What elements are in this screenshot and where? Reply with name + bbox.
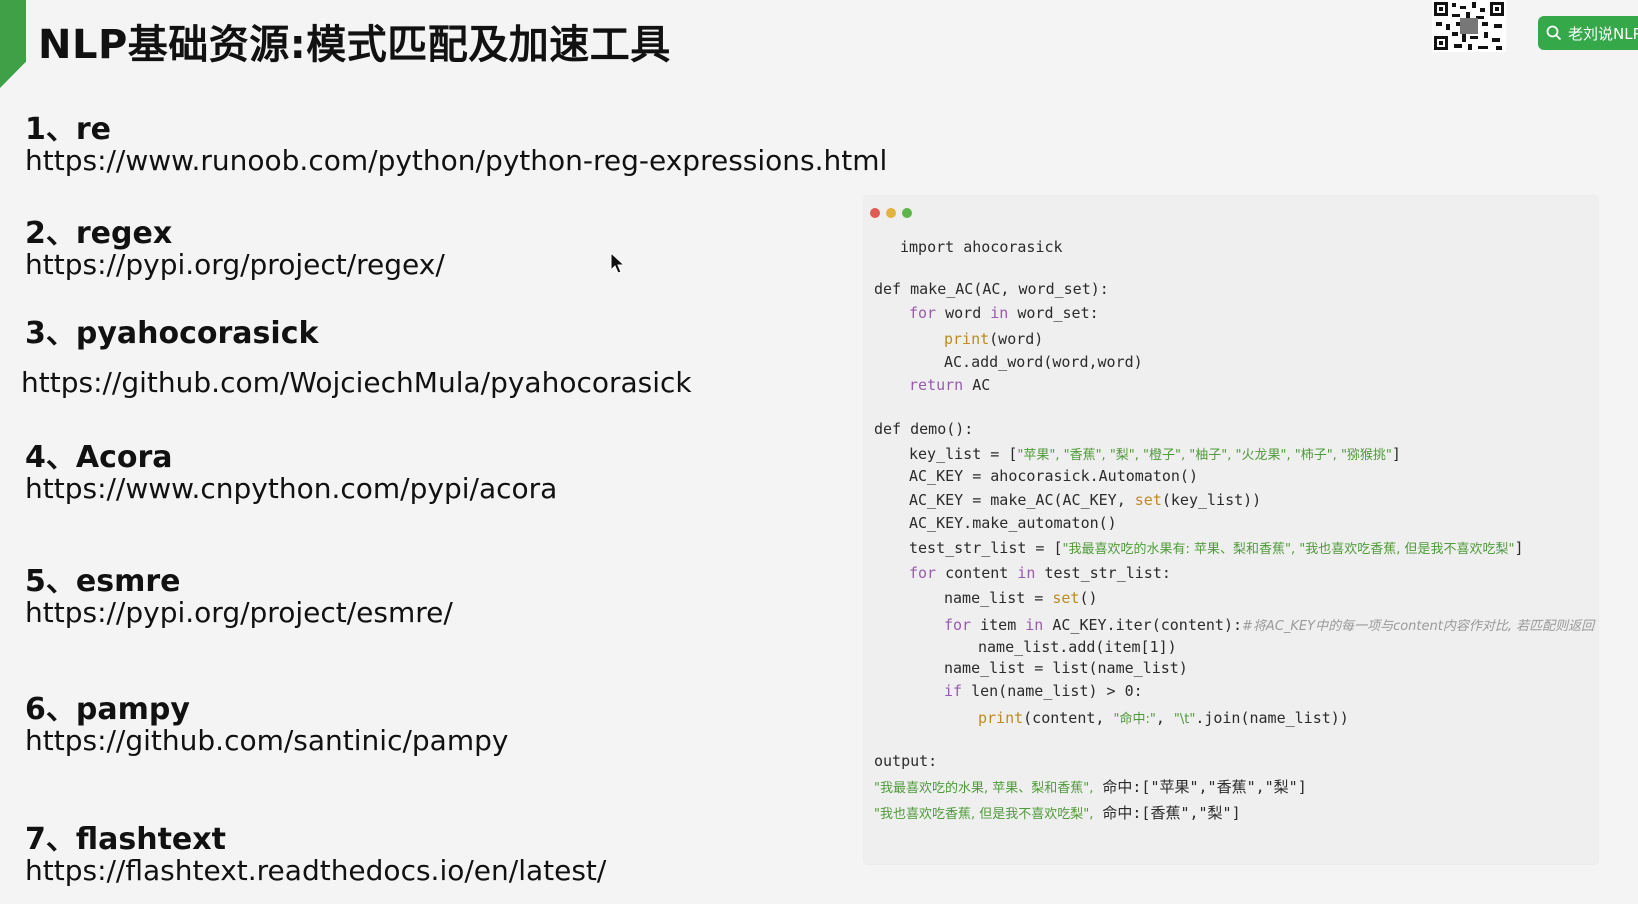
resource-title: 7、flashtext (25, 822, 226, 857)
resource-link[interactable]: https://www.runoob.com/python/python-reg… (25, 144, 887, 177)
code-line: for word in word_set: (909, 304, 1099, 322)
code-line: name_list.add(item[1]) (978, 638, 1177, 656)
resource-title: 1、re (25, 112, 112, 147)
code-line: "我也喜欢吃香蕉, 但是我不喜欢吃梨", 命中:[香蕉","梨"] (874, 804, 1241, 822)
code-line: def demo(): (874, 420, 974, 438)
resource-link[interactable]: https://github.com/WojciechMula/pyahocor… (21, 366, 692, 399)
resource-title: 4、Acora (25, 440, 173, 475)
resource-link[interactable]: https://pypi.org/project/esmre/ (25, 596, 453, 629)
code-line: AC_KEY = ahocorasick.Automaton() (909, 467, 1198, 485)
code-line: def make_AC(AC, word_set): (874, 280, 1109, 298)
resource-title: 2、regex (25, 216, 173, 251)
code-line: print(word) (944, 330, 1044, 348)
mouse-cursor-icon (610, 252, 626, 274)
resource-link[interactable]: https://www.cnpython.com/pypi/acora (25, 472, 557, 505)
code-line: key_list = ["苹果", "香蕉", "梨", "橙子", "柚子",… (909, 445, 1401, 463)
page-title: NLP基础资源:模式匹配及加速工具 (38, 22, 671, 68)
code-line: for content in test_str_list: (909, 564, 1171, 582)
code-line: AC_KEY.make_automaton() (909, 514, 1117, 532)
brand-search-button[interactable]: 老刘说NLP (1538, 16, 1638, 50)
resource-title: 6、pampy (25, 692, 190, 727)
code-snippet-panel: import ahocorasick def make_AC(AC, word_… (864, 196, 1598, 864)
code-line: "我最喜欢吃的水果, 苹果、梨和香蕉", 命中:["苹果","香蕉","梨"] (874, 778, 1307, 796)
code-line: output: (874, 752, 938, 770)
code-line: AC.add_word(word,word) (944, 353, 1143, 371)
title-accent-bar (0, 0, 26, 88)
window-controls (870, 208, 912, 218)
resource-link[interactable]: https://pypi.org/project/regex/ (25, 248, 445, 281)
code-line: if len(name_list) > 0: (944, 682, 1143, 700)
code-line: test_str_list = ["我最喜欢吃的水果有: 苹果、梨和香蕉", "… (909, 539, 1524, 557)
qr-code (1432, 0, 1506, 52)
code-line: AC_KEY = make_AC(AC_KEY, set(key_list)) (909, 491, 1262, 509)
minimize-dot-icon (886, 208, 896, 218)
code-line: print(content, "命中:", "\t".join(name_lis… (978, 709, 1349, 727)
maximize-dot-icon (902, 208, 912, 218)
close-dot-icon (870, 208, 880, 218)
resource-title: 3、pyahocorasick (25, 316, 319, 351)
code-line: import ahocorasick (900, 238, 1063, 256)
code-line: return AC (909, 376, 991, 394)
resource-link[interactable]: https://flashtext.readthedocs.io/en/late… (25, 854, 606, 887)
code-line: name_list = set() (944, 589, 1098, 607)
search-icon (1546, 25, 1562, 41)
resource-link[interactable]: https://github.com/santinic/pampy (25, 724, 508, 757)
brand-button-label: 老刘说NLP (1568, 24, 1638, 43)
code-line: name_list = list(name_list) (944, 659, 1188, 677)
resource-title: 5、esmre (25, 564, 181, 599)
code-line: for item in AC_KEY.iter(content):#将AC_KE… (944, 616, 1595, 634)
